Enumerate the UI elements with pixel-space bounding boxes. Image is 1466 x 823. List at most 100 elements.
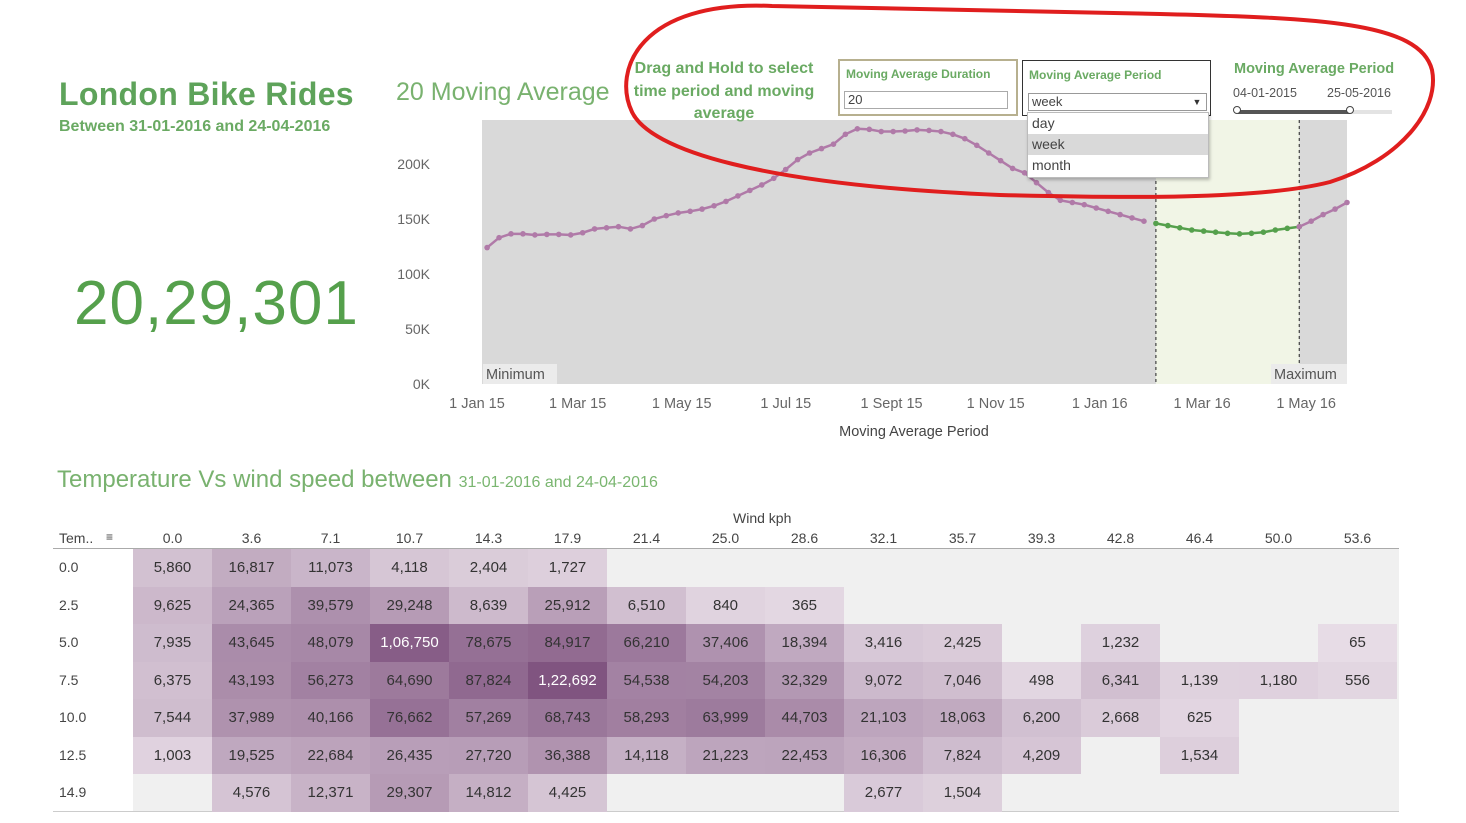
heatmap-cell[interactable]: 84,917	[528, 624, 607, 662]
heatmap-cell[interactable]	[1239, 699, 1318, 737]
heatmap-cell[interactable]: 2,668	[1081, 699, 1160, 737]
heatmap-cell[interactable]	[923, 587, 1002, 625]
heatmap-cell[interactable]: 18,394	[765, 624, 844, 662]
heatmap-cell[interactable]: 57,269	[449, 699, 528, 737]
heatmap-cell[interactable]: 4,576	[212, 774, 291, 812]
period-option-month[interactable]: month	[1028, 155, 1208, 176]
heatmap-cell[interactable]: 14,812	[449, 774, 528, 812]
heatmap-cell[interactable]: 1,504	[923, 774, 1002, 812]
heatmap-cell[interactable]: 2,677	[844, 774, 923, 812]
heatmap-cell[interactable]: 4,118	[370, 549, 449, 587]
heatmap-cell[interactable]	[686, 774, 765, 812]
heatmap-cell[interactable]: 1,534	[1160, 736, 1239, 774]
heatmap-cell[interactable]: 36,388	[528, 736, 607, 774]
heatmap-cell[interactable]: 3,416	[844, 624, 923, 662]
heatmap-cell[interactable]: 840	[686, 586, 765, 624]
heatmap-cell[interactable]	[1160, 624, 1239, 662]
heatmap-cell[interactable]	[1239, 587, 1318, 625]
heatmap-cell[interactable]	[1160, 549, 1239, 587]
heatmap-cell[interactable]: 1,139	[1160, 661, 1239, 699]
heatmap-cell[interactable]	[1002, 774, 1081, 812]
heatmap-cell[interactable]: 16,817	[212, 549, 291, 587]
heatmap-cell[interactable]: 44,703	[765, 699, 844, 737]
heatmap-cell[interactable]	[1081, 737, 1160, 775]
heatmap-cell[interactable]: 64,690	[370, 661, 449, 699]
heatmap-cell[interactable]: 16,306	[844, 736, 923, 774]
heatmap-cell[interactable]: 1,22,692	[528, 661, 607, 699]
heatmap-cell[interactable]	[1160, 774, 1239, 812]
heatmap-cell[interactable]: 78,675	[449, 624, 528, 662]
heatmap-cell[interactable]: 26,435	[370, 736, 449, 774]
heatmap-cell[interactable]: 5,860	[133, 549, 212, 587]
heatmap-cell[interactable]: 68,743	[528, 699, 607, 737]
heatmap-cell[interactable]: 6,510	[607, 586, 686, 624]
heatmap-cell[interactable]	[1081, 549, 1160, 587]
heatmap-cell[interactable]: 54,538	[607, 661, 686, 699]
heatmap-cell[interactable]: 6,375	[133, 661, 212, 699]
heatmap-cell[interactable]: 11,073	[291, 549, 370, 587]
heatmap-cell[interactable]	[1318, 737, 1397, 775]
heatmap-cell[interactable]: 12,371	[291, 774, 370, 812]
heatmap-cell[interactable]: 4,209	[1002, 736, 1081, 774]
chevron-down-icon[interactable]: ▼	[1190, 95, 1204, 109]
heatmap-cell[interactable]: 7,824	[923, 736, 1002, 774]
heatmap-cell[interactable]: 37,406	[686, 624, 765, 662]
heatmap-cell[interactable]: 65	[1318, 624, 1397, 662]
heatmap-cell[interactable]	[844, 587, 923, 625]
heatmap-cell[interactable]: 9,072	[844, 661, 923, 699]
heatmap-cell[interactable]	[607, 774, 686, 812]
heatmap-cell[interactable]: 2,425	[923, 624, 1002, 662]
heatmap-cell[interactable]: 21,103	[844, 699, 923, 737]
heatmap-cell[interactable]: 7,935	[133, 624, 212, 662]
heatmap-cell[interactable]: 24,365	[212, 586, 291, 624]
slider-handle-end[interactable]	[1346, 106, 1354, 114]
heatmap-cell[interactable]: 7,046	[923, 661, 1002, 699]
heatmap-cell[interactable]	[1318, 549, 1397, 587]
heatmap-cell[interactable]: 27,720	[449, 736, 528, 774]
heatmap-cell[interactable]: 29,248	[370, 586, 449, 624]
heatmap-cell[interactable]	[1239, 774, 1318, 812]
period-option-week[interactable]: week	[1028, 134, 1208, 155]
heatmap-cell[interactable]: 40,166	[291, 699, 370, 737]
heatmap-cell[interactable]	[1239, 737, 1318, 775]
heatmap-cell[interactable]: 365	[765, 586, 844, 624]
heatmap-cell[interactable]: 56,273	[291, 661, 370, 699]
heatmap-cell[interactable]	[1002, 549, 1081, 587]
heatmap-cell[interactable]: 6,341	[1081, 661, 1160, 699]
heatmap-cell[interactable]	[686, 549, 765, 587]
heatmap-cell[interactable]	[923, 549, 1002, 587]
heatmap-cell[interactable]	[133, 774, 212, 812]
heatmap-cell[interactable]: 625	[1160, 699, 1239, 737]
moving-average-chart[interactable]: 0K 50K 100K 150K 200K 1 Jan 15 1 Mar 15 1 May 1…	[380, 110, 1380, 450]
heatmap-cell[interactable]: 7,544	[133, 699, 212, 737]
heatmap-cell[interactable]: 43,193	[212, 661, 291, 699]
heatmap-cell[interactable]: 87,824	[449, 661, 528, 699]
heatmap-cell[interactable]: 14,118	[607, 736, 686, 774]
heatmap-cell[interactable]: 21,223	[686, 736, 765, 774]
heatmap-cell[interactable]	[1318, 699, 1397, 737]
heatmap-cell[interactable]	[1081, 587, 1160, 625]
heatmap-cell[interactable]: 22,684	[291, 736, 370, 774]
heatmap-cell[interactable]: 66,210	[607, 624, 686, 662]
heatmap-cell[interactable]: 9,625	[133, 586, 212, 624]
heatmap-cell[interactable]: 1,180	[1239, 661, 1318, 699]
heatmap-cell[interactable]	[1239, 549, 1318, 587]
heatmap-cell[interactable]: 8,639	[449, 586, 528, 624]
slider-handle-start[interactable]	[1233, 106, 1241, 114]
heatmap-cell[interactable]: 6,200	[1002, 699, 1081, 737]
heatmap-cell[interactable]: 39,579	[291, 586, 370, 624]
heatmap-cell[interactable]: 1,232	[1081, 624, 1160, 662]
period-select[interactable]: week ▼	[1028, 93, 1207, 111]
heatmap-cell[interactable]: 58,293	[607, 699, 686, 737]
heatmap-cell[interactable]: 498	[1002, 661, 1081, 699]
heatmap-cell[interactable]	[765, 774, 844, 812]
heatmap-cell[interactable]: 1,003	[133, 736, 212, 774]
heatmap-cell[interactable]: 25,912	[528, 586, 607, 624]
heatmap-cell[interactable]	[1081, 774, 1160, 812]
heatmap-cell[interactable]: 29,307	[370, 774, 449, 812]
heatmap-cell[interactable]: 32,329	[765, 661, 844, 699]
heatmap-cell[interactable]	[1002, 624, 1081, 662]
heatmap-cell[interactable]: 18,063	[923, 699, 1002, 737]
heatmap-cell[interactable]: 4,425	[528, 774, 607, 812]
heatmap-cell[interactable]	[844, 549, 923, 587]
